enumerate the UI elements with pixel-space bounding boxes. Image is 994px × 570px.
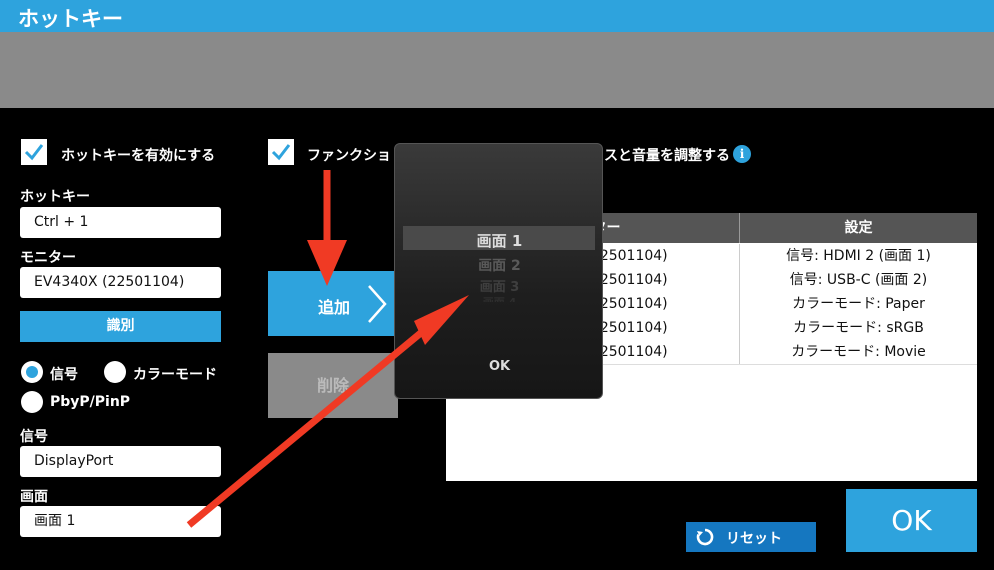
annotation-arrows — [186, 170, 469, 528]
red-arrow-diagonal-icon — [186, 295, 469, 528]
red-arrow-down-icon — [307, 170, 347, 286]
